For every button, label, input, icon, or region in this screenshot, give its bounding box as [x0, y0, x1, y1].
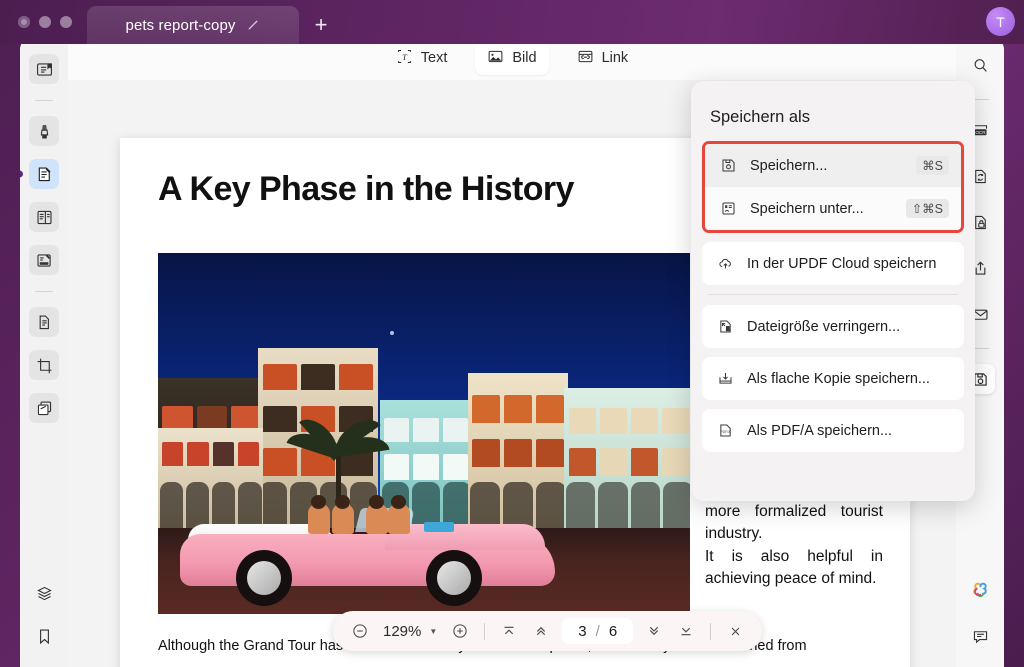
page-copy-icon[interactable] — [29, 307, 59, 337]
bookmark-icon[interactable] — [29, 621, 59, 651]
tab-title: pets report-copy — [125, 16, 236, 34]
new-tab-button[interactable]: + — [305, 9, 337, 41]
form-fill-icon[interactable] — [29, 245, 59, 275]
menu-item-dateigroesse-verringern[interactable]: Dateigröße verringern... — [702, 305, 964, 348]
text-box-icon: T — [396, 48, 413, 69]
menu-item-speichern-label: Speichern... — [750, 157, 828, 174]
page-title: A Key Phase in the History — [158, 170, 574, 208]
image-icon — [487, 48, 504, 69]
plus-circle-icon[interactable] — [445, 616, 475, 646]
link-icon — [577, 48, 594, 69]
current-page[interactable]: 3 — [578, 623, 586, 640]
svg-text:T: T — [402, 51, 408, 61]
menu-item-speichern-unter-shortcut: ⇧⌘S — [905, 199, 949, 218]
rail-divider — [35, 100, 53, 101]
organize-pages-icon[interactable] — [29, 202, 59, 232]
stamp-icon[interactable] — [29, 393, 59, 423]
menu-item-flache-kopie[interactable]: Als flache Kopie speichern... — [702, 357, 964, 400]
chevron-down-icon[interactable]: ▼ — [429, 627, 443, 636]
pencil-icon[interactable] — [245, 18, 260, 33]
svg-text:PDF/A: PDF/A — [720, 430, 731, 434]
highlighter-icon[interactable] — [29, 116, 59, 146]
reader-view-icon[interactable] — [29, 54, 59, 84]
minimize-window-button[interactable] — [39, 16, 51, 28]
highlight-annotation-box: Speichern... ⌘S Speichern unter... ⇧⌘S — [702, 141, 964, 233]
menu-item-speichern[interactable]: Speichern... ⌘S — [705, 144, 961, 187]
tab-text[interactable]: T Text — [384, 42, 460, 75]
menu-item-dateigroesse-label: Dateigröße verringern... — [747, 318, 901, 335]
avatar[interactable]: T — [986, 7, 1015, 36]
menu-item-updf-cloud-label: In der UPDF Cloud speichern — [747, 255, 937, 272]
first-page-icon[interactable] — [494, 616, 524, 646]
menu-item-updf-cloud[interactable]: In der UPDF Cloud speichern — [702, 242, 964, 285]
rail-divider-2 — [35, 291, 53, 292]
tab-bild[interactable]: Bild — [475, 41, 549, 85]
save-as-title: Speichern als — [710, 108, 810, 126]
search-icon[interactable] — [965, 50, 995, 80]
photo-moon — [390, 331, 394, 335]
edit-pdf-icon[interactable] — [29, 159, 59, 189]
pagebar-divider-1 — [484, 622, 486, 640]
body-paragraph-2: It is also helpful in achieving peace of… — [705, 547, 883, 588]
svg-text:OCR: OCR — [975, 129, 986, 134]
maximize-window-button[interactable] — [60, 16, 72, 28]
app-window: T Text Bild Link A Key Phase in the Hist… — [20, 36, 1004, 667]
floppy-disk-icon — [717, 157, 739, 174]
tab-bild-label: Bild — [512, 50, 537, 66]
minus-circle-icon[interactable] — [345, 616, 375, 646]
pagebar-divider-2 — [710, 622, 712, 640]
photo-buildings — [158, 348, 690, 528]
last-page-icon[interactable] — [671, 616, 701, 646]
menu-item-speichern-shortcut: ⌘S — [916, 156, 949, 175]
window-traffic-lights — [18, 16, 72, 28]
page-navigation-bar: 129% ▼ 3 / 6 — [333, 611, 763, 651]
tab-link[interactable]: Link — [565, 42, 641, 75]
close-icon[interactable] — [720, 616, 750, 646]
save-as-menu: Speichern als Speichern... ⌘S Speichern … — [691, 81, 975, 501]
window-title-bar: pets report-copy + T — [0, 0, 1024, 44]
menu-item-speichern-unter-label: Speichern unter... — [750, 200, 864, 217]
pdfa-icon: PDF/A — [714, 422, 736, 439]
menu-item-flache-kopie-label: Als flache Kopie speichern... — [747, 370, 930, 387]
cloud-upload-icon — [714, 255, 736, 272]
tab-text-label: Text — [420, 50, 448, 66]
menu-item-pdfa-label: Als PDF/A speichern... — [747, 422, 893, 439]
comment-icon[interactable] — [965, 621, 995, 651]
photo-pink-convertible — [180, 495, 555, 606]
save-as-card-icon — [717, 200, 739, 217]
crop-icon[interactable] — [29, 350, 59, 380]
compress-file-icon — [714, 318, 736, 335]
layers-icon[interactable] — [29, 578, 59, 608]
flatten-download-icon — [714, 370, 736, 387]
left-tool-rail — [20, 36, 68, 667]
menu-item-speichern-unter[interactable]: Speichern unter... ⇧⌘S — [705, 187, 961, 230]
page-indicator[interactable]: 3 / 6 — [562, 618, 634, 644]
document-tab[interactable]: pets report-copy — [87, 6, 299, 44]
menu-divider — [708, 294, 958, 295]
tab-strip: pets report-copy + — [87, 0, 337, 44]
close-window-button[interactable] — [18, 16, 30, 28]
prev-page-icon[interactable] — [526, 616, 556, 646]
ai-assistant-icon[interactable] — [965, 575, 995, 605]
total-pages: 6 — [608, 622, 618, 640]
menu-item-pdfa[interactable]: PDF/A Als PDF/A speichern... — [702, 409, 964, 452]
next-page-icon[interactable] — [639, 616, 669, 646]
page-separator: / — [595, 622, 600, 640]
zoom-level[interactable]: 129% — [377, 623, 427, 640]
havana-street-pink-convertible-photo[interactable] — [158, 253, 690, 614]
tab-link-label: Link — [601, 50, 629, 66]
